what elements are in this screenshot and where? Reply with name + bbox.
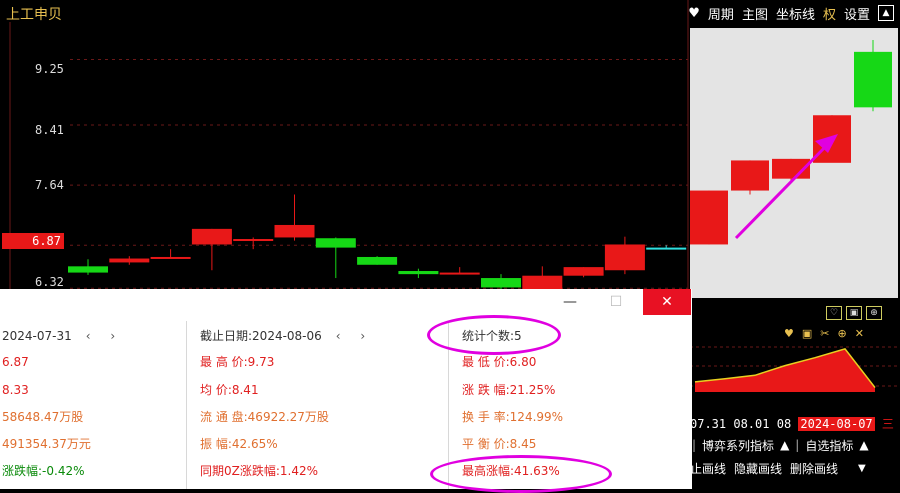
separator-icon: | [692,438,697,452]
mini-area-chart [690,346,900,392]
scissors-icon[interactable]: ✂ [820,327,829,340]
hide-drawing-button[interactable]: 隐藏画线 [734,460,782,477]
candle-body [357,256,398,265]
candle-body [150,256,191,259]
statistics-dialog: — ☐ ✕ 2024-07-31 ‹ › 截止日期:2024-08-06 ‹ › 统… [0,289,692,493]
amount-cell: 491354.37万元 [2,437,91,451]
delete-drawing-button[interactable]: 删除画线 [790,460,838,477]
custom-indicator-tab[interactable]: 自选指标 [805,437,853,454]
indicator-tab-bar: | 博弈系列指标 ▲ | 自选指标 ▲ [690,436,900,454]
dialog-titlebar[interactable]: — ☐ ✕ [0,289,692,317]
close-icon[interactable]: ✕ [855,327,864,340]
weekday-label: 三 [881,417,894,431]
candle-body [274,224,315,238]
date-label: 08 [776,417,792,431]
candle-body [315,238,356,248]
candle-body [68,266,108,273]
game-indicator-tab[interactable]: 博弈系列指标 [702,437,774,454]
window-icon[interactable]: ▣ [846,306,862,320]
date-label: 07.31 [690,417,727,431]
candle-body [109,258,150,263]
zoom-candle-body [854,51,892,108]
mini-date-axis: 07.31 08.01 08 2024-08-07 三 [690,415,900,431]
candle-body [439,272,480,275]
index-change-cell: 涨跌幅:-0.42% [2,464,85,478]
chevron-down-icon[interactable]: ▼ [858,463,866,474]
candles [68,194,687,293]
scroll-up-icon[interactable]: ▲ [878,5,894,21]
dialog-row: 8.33 均 价:8.41 涨 跌 幅:21.25% [0,377,692,403]
date-nav-arrows[interactable]: ‹ › [336,329,373,343]
period-index-change-cell: 同期0Z涨跌幅:1.42% [200,464,319,478]
window-icon[interactable]: ▣ [802,327,812,340]
zoom-candle-body [731,160,769,191]
start-date-cell: 2024-07-31 ‹ › [2,329,124,343]
change-pct-cell: 涨 跌 幅:21.25% [462,383,556,397]
candle-body [398,271,439,275]
settings-button[interactable]: 设置 [844,4,870,23]
open-price-cell: 6.87 [2,355,29,369]
heart-outline-icon[interactable]: ♡ [826,306,842,320]
zoom-toolbar: ♡ ▣ ⊕ [826,306,882,320]
dialog-row: 491354.37万元 振 幅:42.65% 平 衡 价:8.45 [0,431,692,457]
current-date: 2024-08-07 [798,417,875,431]
y-label: 9.25 [35,62,64,76]
period-button[interactable]: 周期 [708,4,734,23]
date-label: 08.01 [733,417,770,431]
zoom-panel [690,28,898,298]
candle-body [191,228,232,245]
float-shares-cell: 流 通 盘:46922.27万股 [200,410,329,424]
balance-price-cell: 平 衡 价:8.45 [462,437,537,451]
expand-up-icon[interactable]: ▲ [780,438,789,452]
close-price-cell: 8.33 [2,383,29,397]
zoom-candlestick-chart [690,39,892,245]
highlight-ellipse [427,315,561,355]
high-price-cell: 最 高 价:9.73 [200,355,275,369]
separator-icon: | [795,438,800,452]
candle-body [233,239,274,242]
zoom-in-icon[interactable]: ⊕ [838,327,847,340]
date-nav-arrows[interactable]: ‹ › [86,329,123,343]
zoom-in-icon[interactable]: ⊕ [866,306,882,320]
current-price-tag: 6.87 [2,233,64,249]
amplitude-cell: 振 幅:42.65% [200,437,278,451]
y-label: 7.64 [35,178,64,192]
heart-icon[interactable]: ♥ [688,6,700,21]
dialog-row: 58648.47万股 流 通 盘:46922.27万股 换 手 率:124.99… [0,404,692,430]
heart-icon[interactable]: ♥ [784,327,794,340]
axis-line-button[interactable]: 坐标线 [776,4,815,23]
highlight-ellipse [430,455,612,493]
maximize-button[interactable]: ☐ [596,289,636,315]
stop-drawing-button[interactable]: 止画线 [690,460,726,477]
y-label: 6.32 [35,275,64,289]
minimize-button[interactable]: — [550,289,590,315]
main-chart-button[interactable]: 主图 [742,4,768,23]
candle-body [604,244,645,271]
candle-body [481,278,521,288]
dialog-row: 6.87 最 高 价:9.73 最 低 价:6.80 [0,349,692,375]
mini-area-fill [695,348,875,392]
candle-body [646,247,687,250]
avg-price-cell: 均 价:8.41 [200,383,259,397]
dialog-row: 2024-07-31 ‹ › 截止日期:2024-08-06 ‹ › 统计个数:5 [0,323,692,349]
candle-body [522,275,563,290]
expand-up-icon[interactable]: ▲ [859,438,868,452]
candle-body [563,267,604,276]
drawing-tool-bar: 止画线 隐藏画线 删除画线 ▼ [690,459,900,477]
top-toolbar: ♥ 周期 主图 坐标线 权 设置 ▲ [688,4,894,23]
end-date-cell: 截止日期:2024-08-06 ‹ › [200,329,374,343]
stock-title: 上工申贝 [6,7,62,23]
y-label: 8.41 [35,123,64,137]
close-button[interactable]: ✕ [643,289,691,315]
grid-lines [70,58,688,289]
volume-cell: 58648.47万股 [2,410,84,424]
rights-button[interactable]: 权 [823,4,836,23]
turnover-cell: 换 手 率:124.99% [462,410,564,424]
zoom-candle-body [690,190,728,245]
indicator-toolbar: ♥ ▣ ✂ ⊕ ✕ [784,327,864,340]
